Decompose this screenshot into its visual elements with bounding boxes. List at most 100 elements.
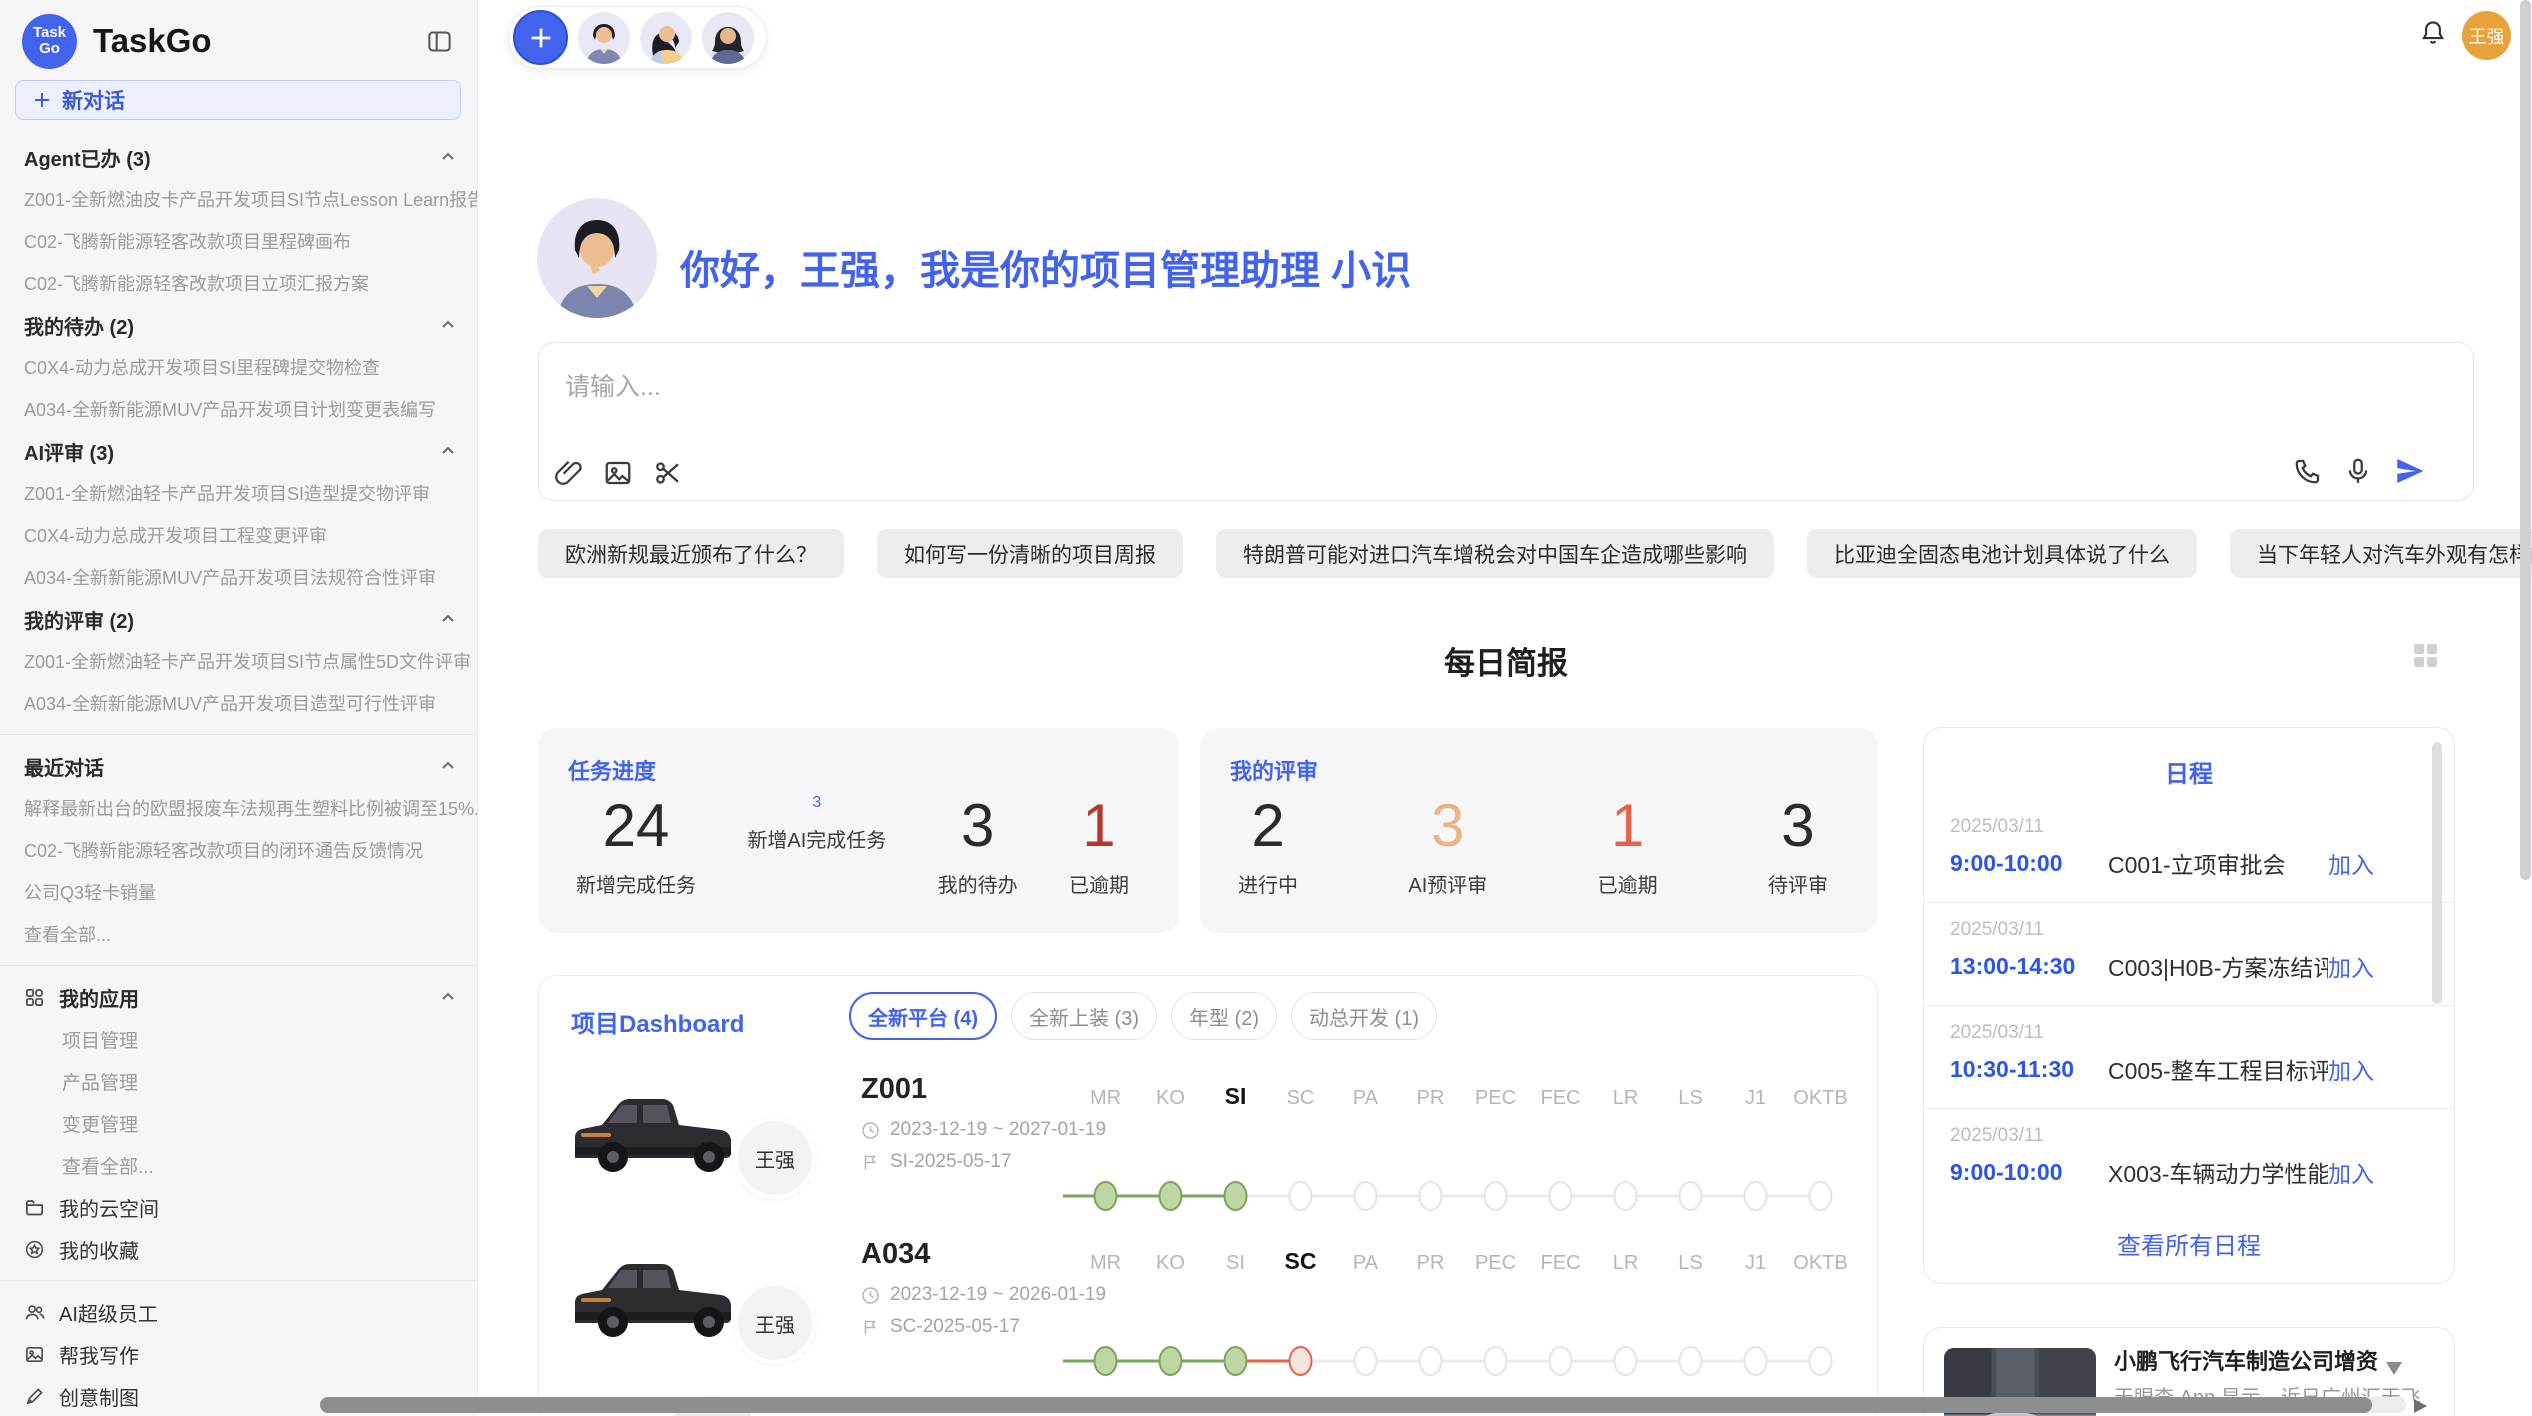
project-row-z001[interactable]: 王强 Z001 2023-12-19 ~ 2027-01-19 SI-2025-…	[539, 1061, 1877, 1226]
sidebar-item-ai-super-staff[interactable]: AI超级员工	[0, 1291, 477, 1333]
filter-model-year[interactable]: 年型 (2)	[1171, 992, 1277, 1040]
horizontal-scrollbar-track[interactable]	[320, 1397, 2406, 1413]
layout-grid-icon[interactable]	[2412, 642, 2439, 669]
stat-pending-review: 3 待评审	[1768, 794, 1828, 898]
apps-grid-icon	[24, 987, 45, 1008]
suggestion-chip[interactable]: 比亚迪全固态电池计划具体说了什么	[1807, 529, 2197, 578]
join-link[interactable]: 加入	[2328, 1155, 2374, 1189]
vertical-scrollbar-thumb[interactable]	[2520, 0, 2531, 880]
microphone-icon[interactable]	[2343, 456, 2373, 486]
sidebar-section-recent[interactable]: 最近对话	[0, 745, 477, 787]
sidebar-item[interactable]: A034-全新新能源MUV产品开发项目法规符合性评审	[0, 556, 477, 598]
sidebar-item-cloud-space[interactable]: 我的云空间	[0, 1186, 477, 1228]
sidebar-item[interactable]: C0X4-动力总成开发项目工程变更评审	[0, 514, 477, 556]
sidebar-item-favorites[interactable]: 我的收藏	[0, 1228, 477, 1270]
schedule-time: 9:00-10:00	[1950, 850, 2108, 877]
schedule-name: X003-车辆动力学性能验...	[2108, 1155, 2328, 1189]
sidebar-item[interactable]: A034-全新新能源MUV产品开发项目计划变更表编写	[0, 388, 477, 430]
schedule-name: C003|H0B-方案冻结评审	[2108, 949, 2328, 983]
join-link[interactable]: 加入	[2328, 949, 2374, 983]
sidebar-collapse-icon[interactable]	[426, 28, 453, 55]
schedule-item[interactable]: 2025/03/11 9:00-10:00 X003-车辆动力学性能验... 加…	[1924, 1109, 2454, 1212]
task-progress-title: 任务进度	[568, 754, 1143, 786]
sidebar-item[interactable]: A034-全新新能源MUV产品开发项目造型可行性评审	[0, 682, 477, 724]
sidebar-section-my-apps[interactable]: 我的应用	[0, 976, 477, 1018]
recent-chat-item[interactable]: C02-飞腾新能源轻客改款项目的闭环通告反馈情况	[0, 829, 477, 871]
sidebar-section-ai-review[interactable]: AI评审 (3)	[0, 430, 477, 472]
clock-icon	[861, 1121, 880, 1140]
suggestion-chip[interactable]: 当下年轻人对汽车外观有怎样的喜好趋势	[2230, 529, 2532, 578]
my-review-title: 我的评审	[1230, 754, 1842, 786]
sidebar-item-help-me-write[interactable]: 帮我写作	[0, 1333, 477, 1375]
project-row-a034[interactable]: 王强 A034 2023-12-19 ~ 2026-01-19 SC-2025-…	[539, 1226, 1877, 1391]
chevron-up-icon	[439, 988, 457, 1006]
apps-view-all[interactable]: 查看全部...	[0, 1144, 477, 1186]
scroll-right-arrow-icon[interactable]	[2414, 1399, 2427, 1413]
sidebar-item[interactable]: Z001-全新燃油轻卡产品开发项目SI节点属性5D文件评审	[0, 640, 477, 682]
suggestion-chip[interactable]: 欧洲新规最近颁布了什么？	[538, 529, 844, 578]
image-icon[interactable]	[603, 458, 633, 488]
recent-chat-item[interactable]: 公司Q3轻卡销量	[0, 871, 477, 913]
schedule-date: 2025/03/11	[1950, 1125, 2428, 1147]
sidebar-section-my-todo[interactable]: 我的待办 (2)	[0, 304, 477, 346]
attachment-icon[interactable]	[553, 458, 583, 488]
agent-avatar-3[interactable]	[702, 12, 754, 64]
agent-avatar-1[interactable]	[578, 12, 630, 64]
chat-input[interactable]	[563, 365, 2063, 409]
greeting-text: 你好，王强，我是你的项目管理助理 小识	[680, 238, 1411, 296]
agent-switcher	[508, 6, 767, 69]
schedule-item[interactable]: 2025/03/11 13:00-14:30 C003|H0B-方案冻结评审 加…	[1924, 903, 2454, 1006]
agent-avatar-2[interactable]	[640, 12, 692, 64]
suggestion-chip[interactable]: 特朗普可能对进口汽车增税会对中国车企造成哪些影响	[1216, 529, 1774, 578]
sidebar-item[interactable]: C0X4-动力总成开发项目SI里程碑提交物检查	[0, 346, 477, 388]
suggestion-chips: 欧洲新规最近颁布了什么？ 如何写一份清晰的项目周报 特朗普可能对进口汽车增税会对…	[538, 529, 2532, 578]
schedule-card: 日程 2025/03/11 9:00-10:00 C001-立项审批会 加入 2…	[1923, 727, 2455, 1284]
app-item-product-mgmt[interactable]: 产品管理	[0, 1060, 477, 1102]
chevron-up-icon	[439, 148, 457, 166]
sidebar-section-agent-done[interactable]: Agent已办 (3)	[0, 136, 477, 178]
flag-icon	[861, 1153, 880, 1172]
join-link[interactable]: 加入	[2328, 1052, 2374, 1086]
schedule-item[interactable]: 2025/03/11 10:30-11:30 C005-整车工程目标评审 加入	[1924, 1006, 2454, 1109]
divider	[0, 965, 477, 966]
send-icon[interactable]	[2393, 454, 2427, 488]
user-avatar[interactable]: 王强	[2462, 11, 2511, 60]
notification-bell-icon[interactable]	[2418, 18, 2448, 48]
clock-icon	[861, 1286, 880, 1305]
project-owner-badge: 王强	[734, 1117, 816, 1199]
milestone-labels: MRKOSISCPAPRPECFECLRLSJ1OKTB	[1073, 1248, 1853, 1275]
my-review-card: 我的评审 2 进行中 3 AI预评审 1 已逾期 3 待评审	[1200, 728, 1878, 933]
sidebar-section-my-review[interactable]: 我的评审 (2)	[0, 598, 477, 640]
phone-icon[interactable]	[2293, 456, 2323, 486]
flag-icon	[861, 1318, 880, 1337]
scroll-down-arrow-icon[interactable]	[2386, 1362, 2402, 1375]
schedule-item[interactable]: 2025/03/11 9:00-10:00 C001-立项审批会 加入	[1924, 800, 2454, 903]
sidebar-item[interactable]: Z001-全新燃油皮卡产品开发项目SI节点Lesson Learn报告	[0, 178, 477, 220]
sidebar-item[interactable]: Z001-全新燃油轻卡产品开发项目SI造型提交物评审	[0, 472, 477, 514]
schedule-date: 2025/03/11	[1950, 1022, 2428, 1044]
new-chat-button[interactable]: 新对话	[15, 80, 461, 120]
schedule-name: C005-整车工程目标评审	[2108, 1052, 2328, 1086]
recent-chat-item[interactable]: 解释最新出台的欧盟报废车法规再生塑料比例被调至15%...	[0, 787, 477, 829]
join-link[interactable]: 加入	[2328, 846, 2374, 880]
sidebar-item[interactable]: C02-飞腾新能源轻客改款项目里程碑画布	[0, 220, 477, 262]
filter-new-platform[interactable]: 全新平台 (4)	[849, 992, 997, 1040]
stat-new-completed: 24 新增完成任务	[576, 794, 696, 898]
schedule-scrollbar[interactable]	[2432, 742, 2442, 1004]
sidebar-item[interactable]: C02-飞腾新能源轻客改款项目立项汇报方案	[0, 262, 477, 304]
add-agent-button[interactable]	[513, 10, 568, 65]
chevron-up-icon	[439, 757, 457, 775]
schedule-name: C001-立项审批会	[2108, 846, 2328, 880]
filter-powertrain[interactable]: 动总开发 (1)	[1291, 992, 1437, 1040]
app-item-change-mgmt[interactable]: 变更管理	[0, 1102, 477, 1144]
cloud-folder-icon	[24, 1197, 45, 1218]
view-all-schedule-link[interactable]: 查看所有日程	[1924, 1226, 2454, 1261]
schedule-list: 2025/03/11 9:00-10:00 C001-立项审批会 加入 2025…	[1924, 800, 2454, 1212]
recent-view-all[interactable]: 查看全部...	[0, 913, 477, 955]
suggestion-chip[interactable]: 如何写一份清晰的项目周报	[877, 529, 1183, 578]
scissors-icon[interactable]	[653, 458, 683, 488]
app-item-project-mgmt[interactable]: 项目管理	[0, 1018, 477, 1060]
horizontal-scrollbar-thumb[interactable]	[320, 1397, 2372, 1413]
filter-new-body[interactable]: 全新上装 (3)	[1011, 992, 1157, 1040]
project-code: A034	[861, 1238, 930, 1271]
